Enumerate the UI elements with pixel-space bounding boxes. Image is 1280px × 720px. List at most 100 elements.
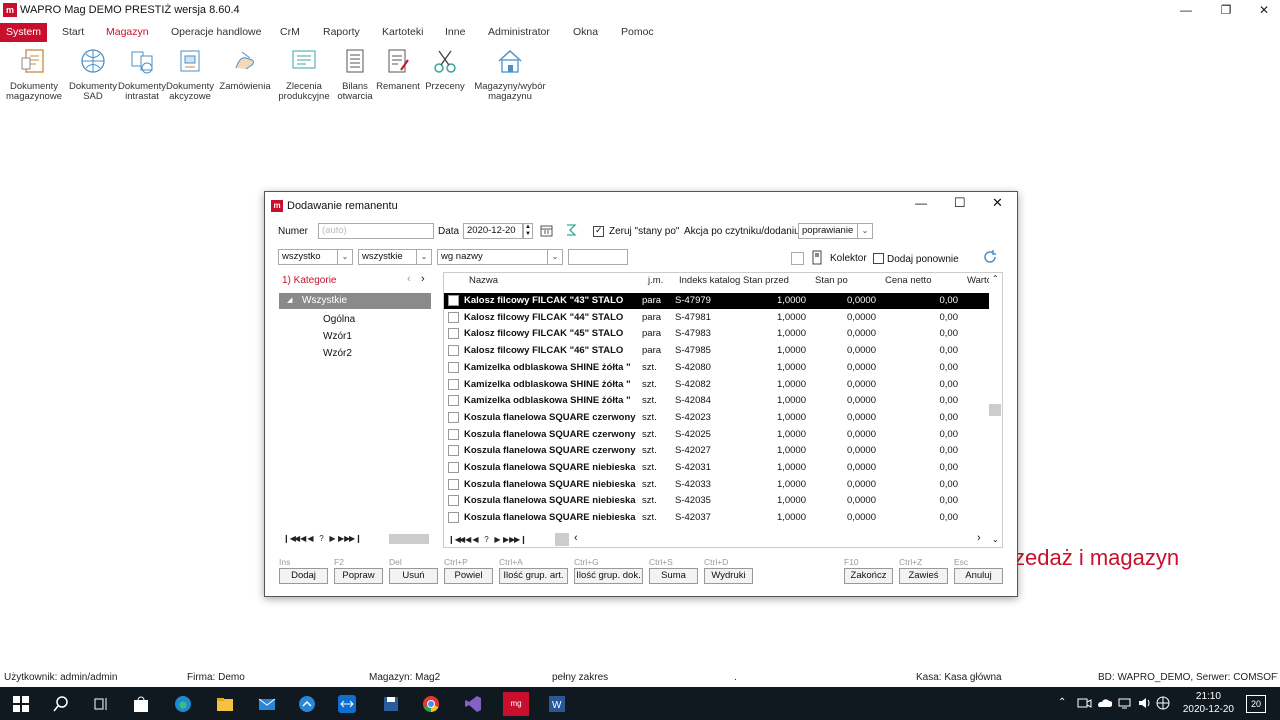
grid-hscroll-thumb[interactable]	[555, 533, 569, 546]
tree-prev-icon[interactable]: ‹	[407, 273, 411, 285]
tree-next-icon[interactable]: ›	[421, 273, 425, 285]
ribbon-dokumenty-magazynowe[interactable]: Dokumenty magazynowe	[4, 44, 64, 102]
onedrive-icon[interactable]	[1097, 696, 1112, 710]
row-checkbox[interactable]	[448, 478, 459, 490]
zeruj-checkbox[interactable]: ✓	[593, 225, 604, 237]
search-icon[interactable]	[52, 695, 70, 713]
visual-studio-icon[interactable]	[464, 695, 482, 713]
col-jm[interactable]: j.m.	[648, 275, 663, 286]
menu-start[interactable]: Start	[62, 23, 84, 42]
col-wartosc[interactable]: Warto	[967, 275, 989, 286]
tree-item-wzor1[interactable]: Wzór1	[323, 331, 352, 342]
menu-okna[interactable]: Okna	[573, 23, 598, 42]
tree-pager[interactable]: ❙◀◀◀◀? ▶ ▶▶▶❙	[283, 534, 362, 546]
tree-header[interactable]: 1) Kategorie	[282, 275, 336, 286]
scroll-right-icon[interactable]: ›	[977, 532, 981, 544]
usun-button[interactable]: Usuń	[389, 568, 438, 584]
date-spinner[interactable]: ▲ ▼	[523, 223, 533, 239]
dialog-close-icon[interactable]: ✕	[992, 195, 1003, 211]
dodaj-ponownie-checkbox[interactable]	[873, 253, 884, 264]
table-row[interactable]: Kalosz filcowy FILCAK "43" STALO para S-47…	[444, 293, 989, 309]
store-icon[interactable]	[132, 695, 150, 713]
scroll-down-icon[interactable]: ⌄	[992, 535, 999, 544]
ribbon-zlecenia-produkcyjne[interactable]: Zlecenia produkcyjne	[276, 44, 332, 102]
ribbon-przeceny[interactable]: Przeceny	[423, 44, 467, 92]
ribbon-bilans-otwarcia[interactable]: Bilans otwarcia	[334, 44, 376, 102]
refresh-icon[interactable]	[982, 249, 998, 265]
ilosc-grup-art-button[interactable]: Ilość grup. art.	[499, 568, 568, 584]
calendar-icon[interactable]	[540, 224, 553, 237]
numer-input[interactable]: (auto)	[318, 223, 434, 239]
ribbon-dokumenty-intrastat[interactable]: Dokumenty intrastat	[117, 44, 167, 102]
mail-icon[interactable]	[258, 695, 276, 713]
table-row[interactable]: Kalosz filcowy FILCAK "46" STALO para S-47…	[444, 343, 989, 359]
table-row[interactable]: Kamizelka odblaskowa SHINE żółta " szt. S-…	[444, 377, 989, 393]
windows-start-icon[interactable]	[12, 695, 30, 713]
language-globe-icon[interactable]	[1156, 696, 1171, 710]
minimize-icon[interactable]: —	[1170, 0, 1202, 20]
wydruki-button[interactable]: Wydruki	[704, 568, 753, 584]
grid-scrollbar-thumb[interactable]	[989, 404, 1001, 416]
volume-icon[interactable]	[1137, 696, 1152, 710]
table-row[interactable]: Koszula flanelowa SQUARE niebieska szt. S-…	[444, 510, 989, 526]
popraw-button[interactable]: Popraw	[334, 568, 383, 584]
table-row[interactable]: Kamizelka odblaskowa SHINE żółta " szt. S-…	[444, 393, 989, 409]
tree-item-wszystkie[interactable]: ◢ Wszystkie	[279, 293, 431, 309]
table-row[interactable]: Kamizelka odblaskowa SHINE żółta " szt. S-…	[444, 360, 989, 376]
date-input[interactable]: 2020-12-20	[463, 223, 523, 239]
dodaj-button[interactable]: Dodaj	[279, 568, 328, 584]
menu-pomoc[interactable]: Pomoc	[621, 23, 654, 42]
row-checkbox[interactable]	[448, 295, 459, 306]
col-nazwa[interactable]: Nazwa	[469, 275, 498, 286]
tree-item-wzor2[interactable]: Wzór2	[323, 348, 352, 359]
menu-magazyn[interactable]: Magazyn	[106, 23, 149, 42]
remote-icon[interactable]	[298, 695, 316, 713]
word-icon[interactable]: W	[548, 695, 566, 713]
file-explorer-icon[interactable]	[216, 695, 234, 713]
meet-icon[interactable]	[1077, 696, 1092, 710]
dialog-minimize-icon[interactable]: —	[915, 196, 927, 210]
row-checkbox[interactable]	[448, 361, 459, 373]
table-row[interactable]: Koszula flanelowa SQUARE czerwony szt. S-4…	[444, 410, 989, 426]
row-checkbox[interactable]	[448, 411, 459, 423]
dialog-maximize-icon[interactable]: ☐	[954, 195, 966, 211]
chrome-icon[interactable]	[422, 695, 440, 713]
ribbon-dokumenty-akcyzowe[interactable]: Dokumenty akcyzowe	[165, 44, 215, 102]
row-checkbox[interactable]	[448, 495, 459, 507]
akcja-select[interactable]: poprawianie ⌄	[798, 223, 873, 239]
ilosc-grup-dok-button[interactable]: Ilość grup. dok.	[574, 568, 643, 584]
menu-system[interactable]: System	[0, 23, 48, 42]
row-checkbox[interactable]	[448, 378, 459, 390]
network-icon[interactable]	[1117, 696, 1132, 710]
table-row[interactable]: Koszula flanelowa SQUARE niebieska szt. S-…	[444, 477, 989, 493]
table-row[interactable]: Koszula flanelowa SQUARE czerwony szt. S-4…	[444, 443, 989, 459]
filter-all-select[interactable]: wszystko ⌄	[278, 249, 353, 265]
ribbon-remanent[interactable]: Remanent	[375, 44, 421, 92]
row-checkbox[interactable]	[448, 445, 459, 457]
teamviewer-icon[interactable]	[338, 695, 356, 713]
filter-group-select[interactable]: wszystkie ⌄	[358, 249, 432, 265]
notification-icon[interactable]: 20	[1246, 695, 1266, 713]
tree-scrollbar[interactable]	[389, 534, 429, 544]
sort-order-select[interactable]: wg nazwy ⌄	[437, 249, 563, 265]
taskbar-clock[interactable]: 21:10 2020-12-20	[1183, 690, 1234, 716]
table-row[interactable]: Kalosz filcowy FILCAK "44" STALO para S-47…	[444, 310, 989, 326]
row-checkbox[interactable]	[448, 395, 459, 407]
table-row[interactable]: Koszula flanelowa SQUARE niebieska szt. S-…	[444, 460, 989, 476]
close-icon[interactable]: ✕	[1248, 0, 1280, 20]
col-stan-przed[interactable]: Stan przed	[743, 275, 789, 286]
task-view-icon[interactable]	[92, 695, 110, 713]
anuluj-button[interactable]: Anuluj	[954, 568, 1003, 584]
table-row[interactable]: Kalosz filcowy FILCAK "45" STALO para S-47…	[444, 326, 989, 342]
menu-crm[interactable]: CrM	[280, 23, 300, 42]
tray-chevron-icon[interactable]: ⌃	[1058, 697, 1066, 708]
ribbon-magazyny[interactable]: Magazyny/wybór magazynu	[470, 44, 550, 102]
menu-administrator[interactable]: Administrator	[488, 23, 550, 42]
ribbon-zamowienia[interactable]: Zamówienia	[218, 44, 272, 92]
ribbon-dokumenty-sad[interactable]: Dokumenty SAD	[68, 44, 118, 102]
row-checkbox[interactable]	[448, 512, 459, 524]
col-cena-netto[interactable]: Cena netto	[885, 275, 931, 286]
floppy-icon[interactable]	[382, 695, 400, 713]
suma-button[interactable]: Suma	[649, 568, 698, 584]
tree-item-ogolna[interactable]: Ogólna	[323, 314, 355, 325]
